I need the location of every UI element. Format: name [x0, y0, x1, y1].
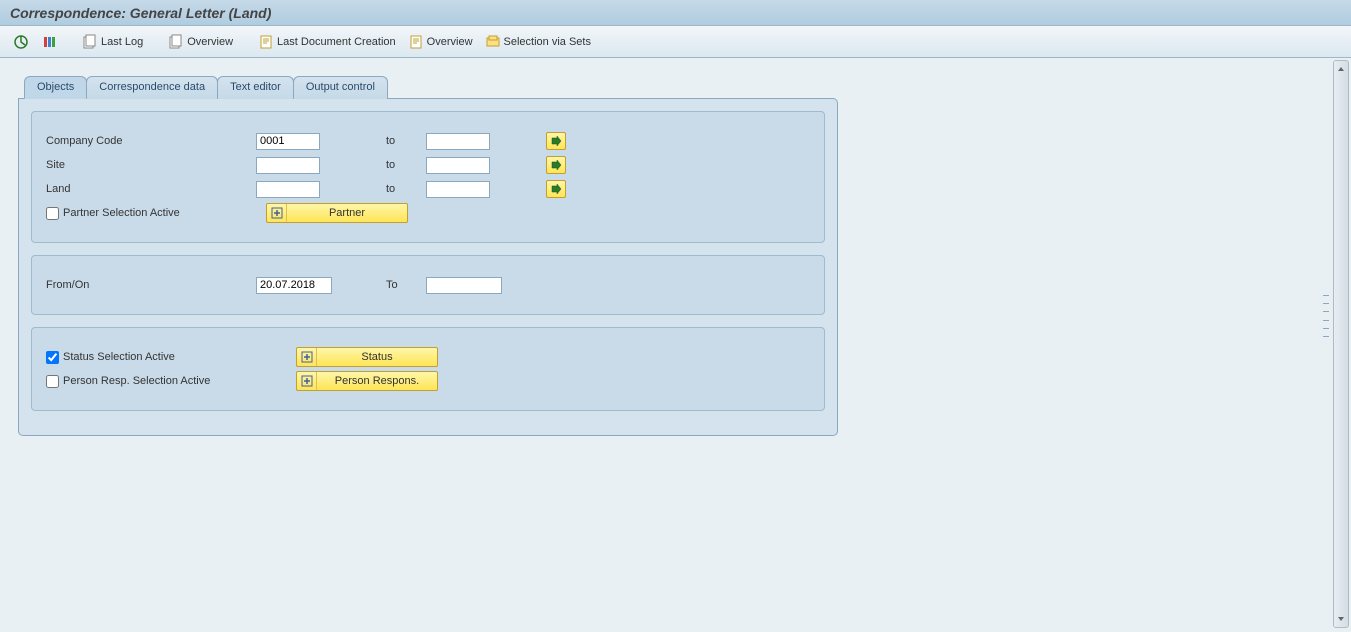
arrow-right-icon	[548, 181, 564, 197]
overview1-label: Overview	[187, 36, 233, 48]
to-label-3: to	[386, 183, 426, 195]
status-selection-label: Status Selection Active	[63, 351, 175, 363]
log-icon	[82, 34, 98, 50]
tab-text-editor[interactable]: Text editor	[217, 76, 294, 99]
to-label-date: To	[386, 279, 426, 291]
document2-icon	[408, 34, 424, 50]
last-log-button[interactable]: Last Log	[79, 31, 149, 53]
tab-objects[interactable]: Objects	[24, 76, 87, 99]
overview-icon	[168, 34, 184, 50]
overview2-button[interactable]: Overview	[405, 31, 479, 53]
expand-icon	[269, 205, 285, 221]
person-selection-checkbox[interactable]	[46, 375, 59, 388]
company-code-label: Company Code	[46, 135, 256, 147]
execute-button[interactable]	[10, 31, 35, 53]
person-button[interactable]: Person Respons.	[296, 371, 438, 391]
resize-grip[interactable]	[1323, 291, 1329, 341]
last-doc-label: Last Document Creation	[277, 36, 396, 48]
site-range-button[interactable]	[546, 156, 566, 174]
expand-icon	[299, 373, 315, 389]
last-doc-button[interactable]: Last Document Creation	[255, 31, 402, 53]
from-on-input[interactable]	[256, 277, 332, 294]
person-selection-label: Person Resp. Selection Active	[63, 375, 210, 387]
title-bar: Correspondence: General Letter (Land)	[0, 0, 1351, 26]
selection-sets-button[interactable]: Selection via Sets	[482, 31, 597, 53]
company-code-to-input[interactable]	[426, 133, 490, 150]
overview1-button[interactable]: Overview	[165, 31, 239, 53]
content-area: Objects Correspondence data Text editor …	[0, 58, 1351, 632]
expand-icon	[299, 349, 315, 365]
scroll-down-button[interactable]	[1334, 611, 1348, 627]
company-code-range-button[interactable]	[546, 132, 566, 150]
status-button[interactable]: Status	[296, 347, 438, 367]
tab-strip: Objects Correspondence data Text editor …	[24, 76, 1341, 99]
to-label-1: to	[386, 135, 426, 147]
status-button-label: Status	[317, 351, 437, 363]
status-group: Status Selection Active Status Person Re…	[31, 327, 825, 411]
last-log-label: Last Log	[101, 36, 143, 48]
execute-icon	[13, 34, 29, 50]
variant-icon	[41, 34, 57, 50]
overview2-label: Overview	[427, 36, 473, 48]
selection-group-1: Company Code to Site to	[31, 111, 825, 243]
arrow-right-icon	[548, 157, 564, 173]
land-from-input[interactable]	[256, 181, 320, 198]
app-toolbar: Last Log Overview Last Document Creation…	[0, 26, 1351, 58]
vertical-scrollbar[interactable]	[1333, 60, 1349, 628]
to-date-input[interactable]	[426, 277, 502, 294]
partner-button[interactable]: Partner	[266, 203, 408, 223]
to-label-2: to	[386, 159, 426, 171]
document-icon	[258, 34, 274, 50]
company-code-from-input[interactable]	[256, 133, 320, 150]
scroll-up-button[interactable]	[1334, 61, 1348, 77]
site-to-input[interactable]	[426, 157, 490, 174]
person-button-label: Person Respons.	[317, 375, 437, 387]
tab-body-objects: Company Code to Site to	[18, 98, 838, 436]
tab-output-control[interactable]: Output control	[293, 76, 388, 99]
land-to-input[interactable]	[426, 181, 490, 198]
status-selection-checkbox[interactable]	[46, 351, 59, 364]
date-group: From/On To	[31, 255, 825, 315]
tab-correspondence[interactable]: Correspondence data	[86, 76, 218, 99]
selection-sets-label: Selection via Sets	[504, 36, 591, 48]
variant-button[interactable]	[38, 31, 63, 53]
land-range-button[interactable]	[546, 180, 566, 198]
site-from-input[interactable]	[256, 157, 320, 174]
partner-button-label: Partner	[287, 207, 407, 219]
partner-selection-checkbox[interactable]	[46, 207, 59, 220]
from-on-label: From/On	[46, 279, 256, 291]
page-title: Correspondence: General Letter (Land)	[10, 5, 271, 21]
site-label: Site	[46, 159, 256, 171]
partner-selection-label: Partner Selection Active	[63, 207, 180, 219]
arrow-right-icon	[548, 133, 564, 149]
land-label: Land	[46, 183, 256, 195]
sets-icon	[485, 34, 501, 50]
